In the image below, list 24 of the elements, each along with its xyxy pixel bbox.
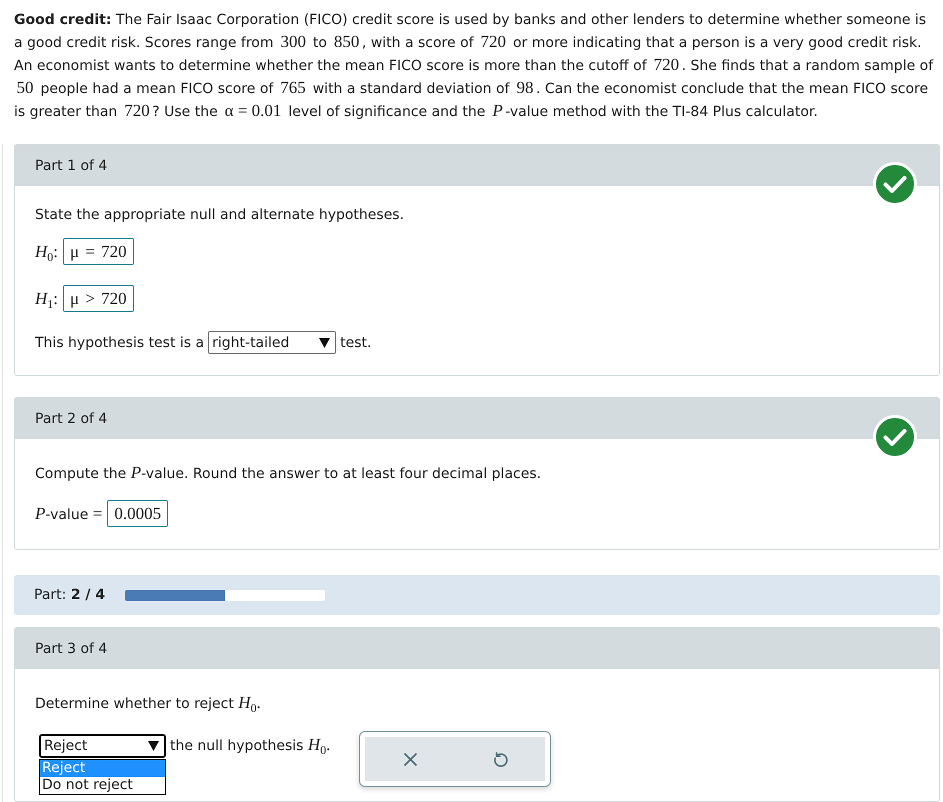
part-header: Part 1 of 4 [15, 145, 939, 186]
undo-icon [492, 752, 508, 766]
progress-label: Part: 2 / 4 [34, 586, 106, 605]
question-prompt: Compute the P-value. Round the answer to at least four decimal places. [35, 462, 542, 484]
dropdown[interactable]: right-tailed [208, 331, 336, 354]
sentence-text: the null hypothesis H$_{0}$. [170, 734, 330, 759]
part-header: Part 2 of 4 [15, 398, 939, 439]
sentence-text: This hypothesis test is a [35, 334, 204, 352]
part-header: Part 3 of 4 [15, 628, 939, 669]
dropdown[interactable]: Reject [39, 734, 166, 758]
question-prompt: State the appropriate null and alternate hypotheses. [35, 206, 404, 225]
answer-field[interactable]: μ = 720 [62, 238, 134, 265]
caret-icon [319, 338, 330, 348]
sentence-text: test. [340, 334, 372, 352]
caret-icon [148, 741, 159, 751]
answer-label: H$_{1}$: [35, 288, 58, 313]
question-prompt: Determine whether to reject H$_{0}$. [35, 692, 261, 717]
answer-label: H$_{0}$: [35, 241, 58, 266]
answer-field[interactable]: 0.0005 [107, 500, 168, 527]
problem-statement: Good credit: The Fair Isaac Corporation (FICO) credit score is used by banks and other lenders to determine whether someone is a good credit risk. Scores range from 300 to 850, with a score of 720 or more indicating that a person is a very good credit risk. An economist wants to determine whether the mean FICO score is more than the cutoff of 720. She finds that a random sample of 50 people had a mean FICO score of 765 with a standard deviation of 98. Can the economist conclude that the mean FICO score is greater than 720? Use the α = 0.01 level of significance and the P-value method with the TI-84 Plus calculator. [13, 11, 934, 122]
answer-field[interactable]: μ > 720 [62, 285, 134, 312]
answer-label: P-value = [35, 503, 102, 525]
dropdown-option[interactable]: Do not reject [40, 777, 165, 794]
close-icon [402, 752, 418, 766]
